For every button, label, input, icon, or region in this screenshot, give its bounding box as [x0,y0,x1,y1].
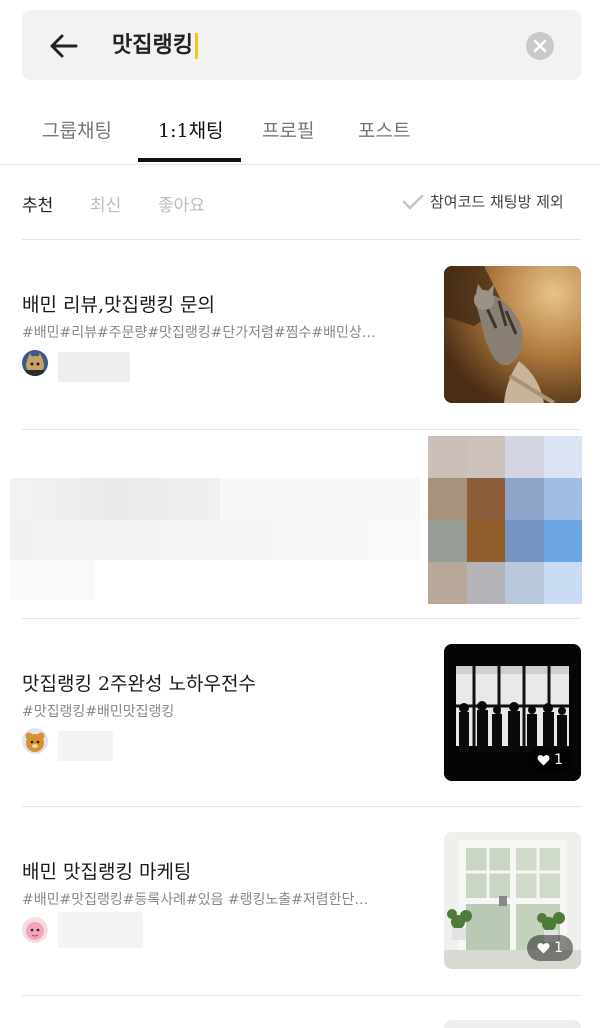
clear-search-icon[interactable] [526,32,554,60]
avatar [22,728,48,754]
exclude-code-rooms-toggle[interactable]: 참여코드 채팅방 제외 [402,191,564,212]
avatar [22,917,48,943]
chat-room-tags: #배민#맛집랭킹#등록사례#있음 #랭킹노출#저렴한단… [22,892,369,908]
chat-room-thumbnail: 1 [444,644,581,781]
heart-icon [537,754,550,766]
text-caret [194,33,198,59]
divider [22,429,581,430]
blurred-thumbnail [428,436,582,604]
sort-recommended[interactable]: 추천 [22,191,53,216]
avatar [22,350,48,376]
back-arrow-icon[interactable] [46,28,82,64]
blurred-host-name [58,731,113,761]
active-tab-indicator [138,158,241,162]
like-badge: 1 [527,935,573,961]
chat-room-title: 맛집랭킹 2주완성 노하우전수 [22,673,256,695]
chat-room-title: 배민 리뷰,맛집랭킹 문의 [22,294,215,316]
heart-icon [537,942,550,954]
sort-likes[interactable]: 좋아요 [158,191,205,216]
sort-row: 추천 최신 좋아요 참여코드 채팅방 제외 [0,165,600,239]
next-item-thumbnail-partial [444,1020,581,1028]
exclude-code-rooms-label: 참여코드 채팅방 제외 [430,193,564,211]
search-query: 맛집랭킹 [112,32,193,58]
blurred-title-extra [220,478,420,520]
category-tabs: 그룹채팅 1:1채팅 프로필 포스트 [0,96,600,165]
divider [22,995,581,996]
sort-latest[interactable]: 최신 [90,191,121,216]
chat-room-thumbnail [444,266,581,403]
blurred-title [10,478,220,520]
tab-profile[interactable]: 프로필 [262,116,314,143]
divider [22,618,581,619]
tab-group-chat[interactable]: 그룹채팅 [42,116,112,143]
tab-one-on-one-chat[interactable]: 1:1채팅 [158,116,224,143]
chat-room-title: 배민 맛집랭킹 마케팅 [22,861,192,883]
blurred-host [10,560,95,600]
check-icon [402,194,424,210]
chat-room-thumbnail: 1 [444,832,581,969]
search-input[interactable]: 맛집랭킹 [112,30,198,60]
divider [22,806,581,807]
blurred-host-name [58,912,143,948]
divider [22,239,581,240]
search-bar[interactable]: 맛집랭킹 [22,10,581,80]
chat-room-tags: #배민#리뷰#주문량#맛집랭킹#단가저렴#찜수#배민상… [22,325,376,341]
blurred-tags [10,520,420,560]
like-count: 1 [554,752,563,768]
tab-post[interactable]: 포스트 [358,116,410,143]
chat-room-tags: #맛집랭킹#배민맛집랭킹 [22,704,175,720]
like-count: 1 [554,940,563,956]
blurred-host-name [58,352,130,382]
like-badge: 1 [527,747,573,773]
